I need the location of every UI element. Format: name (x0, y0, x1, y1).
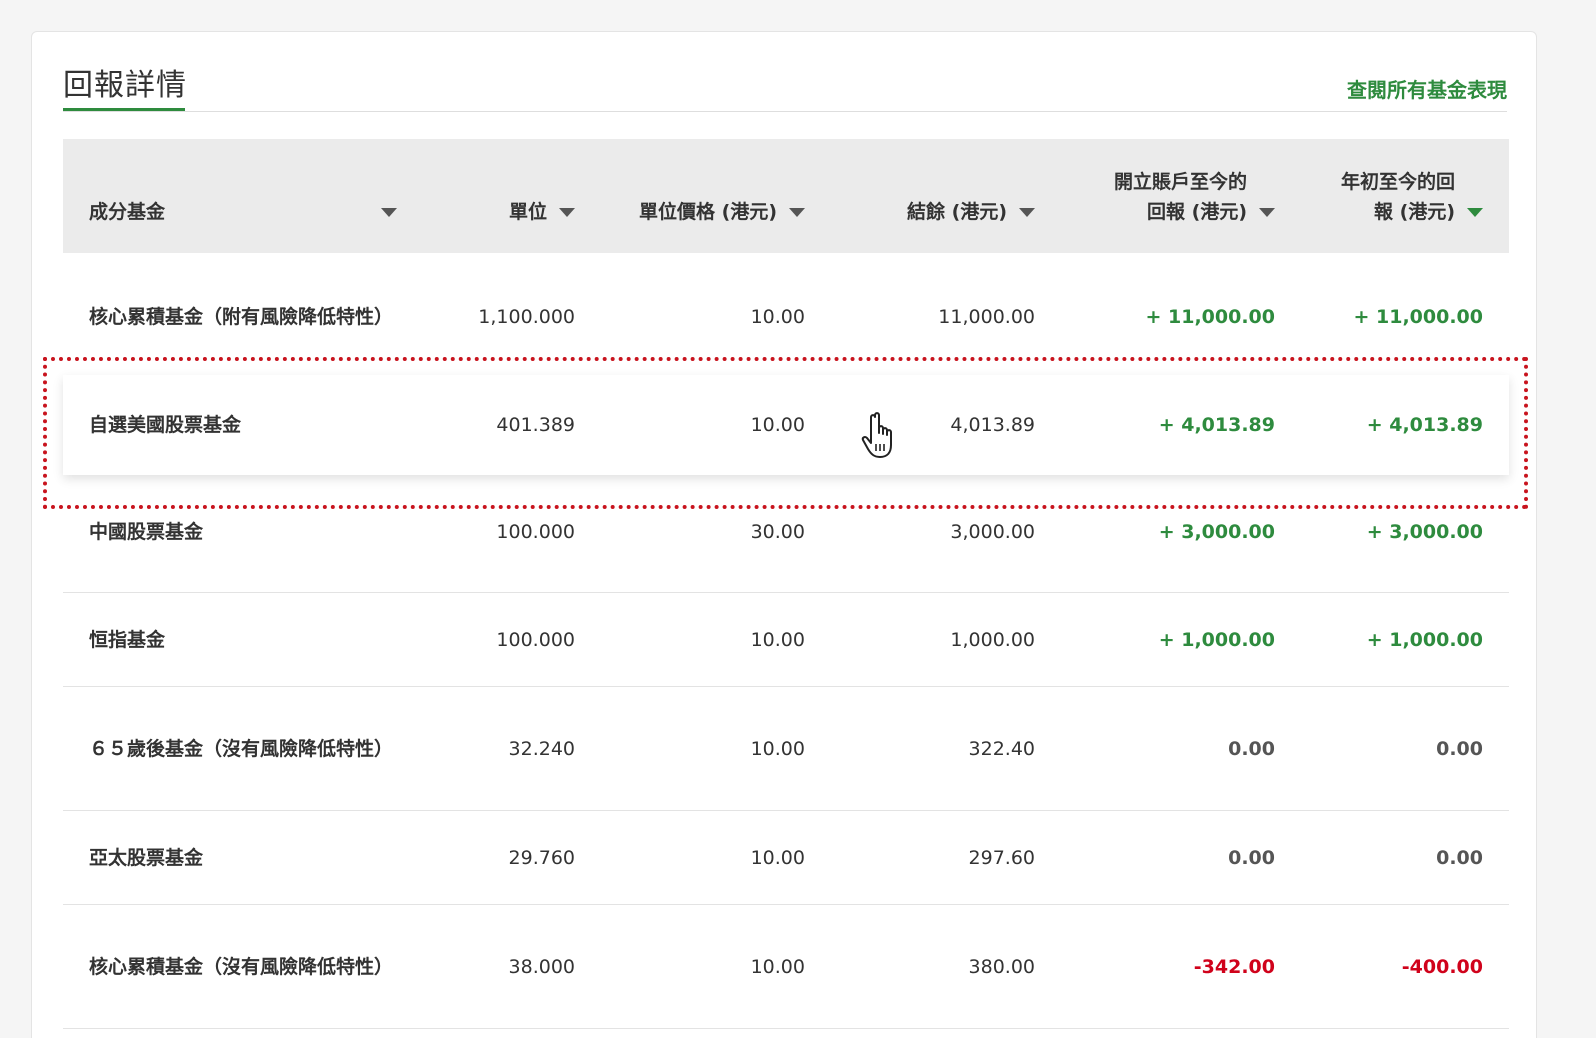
unit-price-value: 10.00 (750, 414, 805, 436)
return-ytd-value: + 11,000.00 (1353, 305, 1483, 328)
caret-down-icon[interactable] (559, 208, 575, 217)
units-value: 38.000 (508, 955, 575, 978)
unit-price-value: 30.00 (750, 520, 805, 543)
balance-value: 322.40 (968, 737, 1035, 760)
column-header-label: 結餘 (港元) (907, 201, 1007, 223)
column-header-units[interactable]: 單位 (509, 197, 575, 227)
caret-down-icon[interactable] (1467, 208, 1483, 217)
return-since-open-value: + 3,000.00 (1158, 520, 1275, 543)
table-row[interactable]: 中國股票基金 100.000 30.00 3,000.00 + 3,000.00 + 3,… (63, 471, 1509, 593)
column-header-label: 年初至今的回 報 (港元) (1340, 171, 1455, 223)
return-since-open-value: + 4,013.89 (1158, 414, 1275, 436)
fund-name: 自選美國股票基金 (89, 414, 242, 436)
unit-price-value: 10.00 (750, 955, 805, 978)
unit-price-value: 10.00 (750, 628, 805, 651)
return-ytd-value: + 4,013.89 (1366, 414, 1483, 436)
balance-value: 11,000.00 (938, 305, 1035, 328)
units-value: 32.240 (508, 737, 575, 760)
fund-name: 核心累積基金（沒有風險降低特性） (89, 955, 394, 978)
units-value: 401.389 (496, 414, 575, 436)
column-header-label: 開立賬戶至今的 回報 (港元) (1113, 171, 1247, 223)
table-row[interactable]: 自選美國股票基金 401.389 10.00 4,013.89 + 4,013.89 + … (63, 375, 1509, 475)
balance-value: 4,013.89 (950, 414, 1035, 436)
return-since-open-value: 0.00 (1228, 846, 1275, 869)
return-ytd-value: 0.00 (1436, 737, 1483, 760)
table-header: 成分基金 單位 單位價格 (港元) 結餘 (港元) 開立賬戶至今的 回報 (港元… (63, 139, 1509, 253)
column-header-return-since-open[interactable]: 開立賬戶至今的 回報 (港元) (1114, 167, 1275, 227)
section-title: 回報詳情 (63, 68, 187, 103)
return-details-card: 回報詳情 查閱所有基金表現 成分基金 單位 單位價格 (港元) 結餘 (港元) (31, 31, 1537, 1038)
fund-name: 核心累積基金（附有風險降低特性） (89, 305, 394, 328)
units-value: 100.000 (496, 520, 575, 543)
unit-price-value: 10.00 (750, 305, 805, 328)
table-row[interactable]: ６５歲後基金（沒有風險降低特性） 32.240 10.00 322.40 0.00 0.0… (63, 687, 1509, 811)
units-value: 29.760 (508, 846, 575, 869)
return-since-open-value: + 1,000.00 (1158, 628, 1275, 651)
column-header-fund[interactable]: 成分基金 (89, 197, 397, 227)
caret-down-icon[interactable] (381, 208, 397, 217)
return-ytd-value: -400.00 (1401, 955, 1483, 978)
caret-down-icon[interactable] (1019, 208, 1035, 217)
balance-value: 1,000.00 (950, 628, 1035, 651)
balance-value: 297.60 (968, 846, 1035, 869)
return-since-open-value: + 11,000.00 (1145, 305, 1275, 328)
column-header-label: 成分基金 (89, 201, 166, 223)
section-header: 回報詳情 查閱所有基金表現 (63, 32, 1507, 112)
fund-name: 中國股票基金 (89, 520, 204, 543)
balance-value: 380.00 (968, 955, 1035, 978)
column-header-return-ytd[interactable]: 年初至今的回 報 (港元) (1341, 167, 1483, 227)
caret-down-icon[interactable] (1259, 208, 1275, 217)
column-header-balance[interactable]: 結餘 (港元) (907, 197, 1035, 227)
return-ytd-value: + 1,000.00 (1366, 628, 1483, 651)
column-header-unit-price[interactable]: 單位價格 (港元) (639, 197, 805, 227)
title-underline (63, 108, 185, 111)
column-header-label: 單位 (508, 201, 547, 223)
column-header-label: 單位價格 (港元) (639, 201, 777, 223)
return-ytd-value: + 3,000.00 (1366, 520, 1483, 543)
return-ytd-value: 0.00 (1436, 846, 1483, 869)
return-since-open-value: 0.00 (1228, 737, 1275, 760)
units-value: 100.000 (496, 628, 575, 651)
fund-name: 亞太股票基金 (89, 846, 204, 869)
fund-name: 恒指基金 (89, 628, 166, 651)
fund-name: ６５歲後基金（沒有風險降低特性） (89, 737, 394, 760)
hand-pointer-icon (861, 412, 892, 458)
view-all-funds-link[interactable]: 查閱所有基金表現 (1347, 74, 1507, 103)
table-row[interactable]: 亞太股票基金 29.760 10.00 297.60 0.00 0.00 (63, 811, 1509, 905)
units-value: 1,100.000 (478, 305, 575, 328)
caret-down-icon[interactable] (789, 208, 805, 217)
table-row[interactable]: 恒指基金 100.000 10.00 1,000.00 + 1,000.00 + 1,00… (63, 593, 1509, 687)
unit-price-value: 10.00 (750, 846, 805, 869)
fund-returns-table: 成分基金 單位 單位價格 (港元) 結餘 (港元) 開立賬戶至今的 回報 (港元… (63, 139, 1509, 1029)
table-row[interactable]: 核心累積基金（附有風險降低特性） 1,100.000 10.00 11,000.00 +… (63, 253, 1509, 381)
unit-price-value: 10.00 (750, 737, 805, 760)
table-row[interactable]: 核心累積基金（沒有風險降低特性） 38.000 10.00 380.00 -342.00… (63, 905, 1509, 1029)
return-since-open-value: -342.00 (1193, 955, 1275, 978)
balance-value: 3,000.00 (950, 520, 1035, 543)
